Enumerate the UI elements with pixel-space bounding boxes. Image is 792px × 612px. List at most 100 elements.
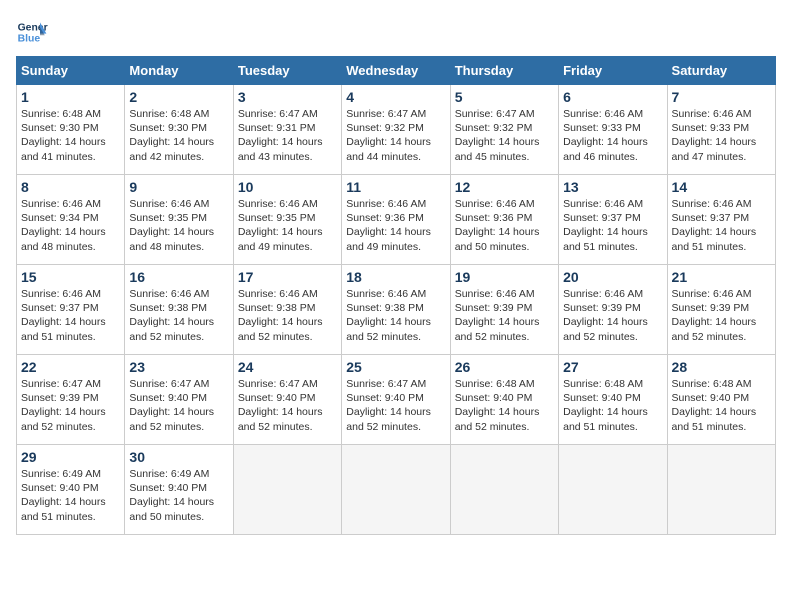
daylight-text: Daylight: 14 hours and 52 minutes.: [21, 406, 106, 432]
sunset-text: Sunset: 9:39 PM: [563, 302, 641, 314]
sunrise-text: Sunrise: 6:46 AM: [21, 288, 101, 300]
sunset-text: Sunset: 9:39 PM: [455, 302, 533, 314]
daylight-text: Daylight: 14 hours and 52 minutes.: [238, 406, 323, 432]
daylight-text: Daylight: 14 hours and 52 minutes.: [129, 406, 214, 432]
day-number: 4: [346, 89, 445, 105]
day-number: 24: [238, 359, 337, 375]
daylight-text: Daylight: 14 hours and 44 minutes.: [346, 136, 431, 162]
day-info: Sunrise: 6:46 AM Sunset: 9:37 PM Daylight:…: [672, 197, 771, 254]
calendar-header-friday: Friday: [559, 57, 667, 85]
sunset-text: Sunset: 9:40 PM: [455, 392, 533, 404]
day-info: Sunrise: 6:48 AMSunset: 9:40 PMDaylight:…: [672, 377, 771, 434]
calendar-cell: 17Sunrise: 6:46 AMSunset: 9:38 PMDayligh…: [233, 265, 341, 355]
sunrise-text: Sunrise: 6:49 AM: [21, 468, 101, 480]
day-info: Sunrise: 6:46 AMSunset: 9:36 PMDaylight:…: [455, 197, 554, 254]
sunrise-text: Sunrise: 6:46 AM: [563, 288, 643, 300]
sunset-text: Sunset: 9:35 PM: [238, 212, 316, 224]
day-info: Sunrise: 6:48 AMSunset: 9:30 PMDaylight:…: [129, 107, 228, 164]
sunset-text: Sunset: 9:40 PM: [563, 392, 641, 404]
calendar-cell: 29Sunrise: 6:49 AMSunset: 9:40 PMDayligh…: [17, 445, 125, 535]
sunrise-text: Sunrise: 6:46 AM: [563, 198, 643, 210]
sunrise-text: Sunrise: 6:46 AM: [672, 288, 752, 300]
sunset-text: Sunset: 9:32 PM: [346, 122, 424, 134]
day-number: 21: [672, 269, 771, 285]
sunrise-text: Sunrise: 6:46 AM: [238, 288, 318, 300]
day-number: 22: [21, 359, 120, 375]
sunrise-text: Sunrise: 6:46 AM: [21, 198, 101, 210]
calendar-header-tuesday: Tuesday: [233, 57, 341, 85]
day-number: 23: [129, 359, 228, 375]
calendar-cell: 10Sunrise: 6:46 AMSunset: 9:35 PMDayligh…: [233, 175, 341, 265]
day-info: Sunrise: 6:46 AMSunset: 9:37 PMDaylight:…: [21, 287, 120, 344]
sunset-text: Sunset: 9:30 PM: [21, 122, 99, 134]
calendar-cell: 26Sunrise: 6:48 AMSunset: 9:40 PMDayligh…: [450, 355, 558, 445]
sunset-text: Sunset: 9:30 PM: [129, 122, 207, 134]
day-info: Sunrise: 6:46 AM Sunset: 9:35 PM Daylight:…: [238, 197, 337, 254]
day-info: Sunrise: 6:46 AM Sunset: 9:35 PM Daylight:…: [129, 197, 228, 254]
daylight-text: Daylight: 14 hours and 52 minutes.: [455, 406, 540, 432]
calendar-week-row: 22 Sunrise: 6:47 AMSunset: 9:39 PMDayligh…: [17, 355, 776, 445]
svg-text:Blue: Blue: [18, 34, 41, 45]
daylight-text: Daylight: 14 hours and 52 minutes.: [346, 316, 431, 342]
calendar-header-thursday: Thursday: [450, 57, 558, 85]
sunset-text: Sunset: 9:40 PM: [346, 392, 424, 404]
calendar-cell: 24 Sunrise: 6:47 AMSunset: 9:40 PMDayligh…: [233, 355, 341, 445]
sunset-text: Sunset: 9:37 PM: [672, 212, 750, 224]
calendar-cell: 9Sunrise: 6:46 AMSunset: 9:35 PMDaylight…: [125, 175, 233, 265]
calendar-cell: 23 Sunrise: 6:47 AMSunset: 9:40 PMDayligh…: [125, 355, 233, 445]
daylight-text: Daylight: 14 hours and 50 minutes.: [129, 496, 214, 522]
sunrise-text: Sunrise: 6:48 AM: [129, 108, 209, 120]
sunset-text: Sunset: 9:38 PM: [346, 302, 424, 314]
day-info: Sunrise: 6:47 AMSunset: 9:39 PMDaylight:…: [21, 377, 120, 434]
day-number: 2: [129, 89, 228, 105]
sunrise-text: Sunrise: 6:46 AM: [346, 198, 426, 210]
daylight-text: Daylight: 14 hours and 51 minutes.: [563, 406, 648, 432]
calendar-cell: [450, 445, 558, 535]
logo: General Blue: [16, 16, 48, 48]
calendar-table: SundayMondayTuesdayWednesdayThursdayFrid…: [16, 56, 776, 535]
daylight-text: Daylight: 14 hours and 49 minutes.: [346, 226, 431, 252]
sunrise-text: Sunrise: 6:48 AM: [563, 378, 643, 390]
day-info: Sunrise: 6:47 AMSunset: 9:40 PMDaylight:…: [346, 377, 445, 434]
day-info: Sunrise: 6:46 AMSunset: 9:38 PMDaylight:…: [346, 287, 445, 344]
day-info: Sunrise: 6:48 AMSunset: 9:30 PMDaylight:…: [21, 107, 120, 164]
calendar-cell: 30Sunrise: 6:49 AMSunset: 9:40 PMDayligh…: [125, 445, 233, 535]
day-info: Sunrise: 6:46 AMSunset: 9:34 PMDaylight:…: [21, 197, 120, 254]
calendar-cell: [342, 445, 450, 535]
sunrise-text: Sunrise: 6:47 AM: [455, 108, 535, 120]
daylight-text: Daylight: 14 hours and 49 minutes.: [238, 226, 323, 252]
day-number: 18: [346, 269, 445, 285]
sunset-text: Sunset: 9:36 PM: [455, 212, 533, 224]
calendar-cell: 12 Sunrise: 6:46 AMSunset: 9:36 PMDayligh…: [450, 175, 558, 265]
day-number: 15: [21, 269, 120, 285]
calendar-week-row: 8Sunrise: 6:46 AMSunset: 9:34 PMDaylight…: [17, 175, 776, 265]
sunset-text: Sunset: 9:35 PM: [129, 212, 207, 224]
sunrise-text: Sunrise: 6:46 AM: [238, 198, 318, 210]
sunrise-text: Sunrise: 6:47 AM: [238, 108, 318, 120]
day-info: Sunrise: 6:46 AMSunset: 9:39 PMDaylight:…: [672, 287, 771, 344]
sunrise-text: Sunrise: 6:47 AM: [346, 378, 426, 390]
daylight-text: Daylight: 14 hours and 52 minutes.: [563, 316, 648, 342]
sunset-text: Sunset: 9:39 PM: [672, 302, 750, 314]
sunset-text: Sunset: 9:38 PM: [238, 302, 316, 314]
daylight-text: Daylight: 14 hours and 41 minutes.: [21, 136, 106, 162]
calendar-cell: 2Sunrise: 6:48 AMSunset: 9:30 PMDaylight…: [125, 85, 233, 175]
calendar-cell: 13Sunrise: 6:46 AMSunset: 9:37 PMDayligh…: [559, 175, 667, 265]
sunrise-text: Sunrise: 6:46 AM: [129, 198, 209, 210]
day-number: 12: [455, 179, 554, 195]
day-number: 16: [129, 269, 228, 285]
day-number: 17: [238, 269, 337, 285]
calendar-cell: 11Sunrise: 6:46 AMSunset: 9:36 PMDayligh…: [342, 175, 450, 265]
day-info: Sunrise: 6:46 AM Sunset: 9:37 PM Daylight:…: [563, 197, 662, 254]
sunrise-text: Sunrise: 6:47 AM: [129, 378, 209, 390]
sunrise-text: Sunrise: 6:46 AM: [672, 198, 752, 210]
daylight-text: Daylight: 14 hours and 51 minutes.: [563, 226, 648, 252]
daylight-text: Daylight: 14 hours and 48 minutes.: [129, 226, 214, 252]
day-info: Sunrise: 6:47 AMSunset: 9:40 PMDaylight:…: [129, 377, 228, 434]
daylight-text: Daylight: 14 hours and 51 minutes.: [672, 226, 757, 252]
sunset-text: Sunset: 9:37 PM: [563, 212, 641, 224]
sunset-text: Sunset: 9:34 PM: [21, 212, 99, 224]
logo-icon: General Blue: [16, 16, 48, 48]
day-info: Sunrise: 6:47 AMSunset: 9:40 PMDaylight:…: [238, 377, 337, 434]
day-info: Sunrise: 6:46 AMSunset: 9:38 PMDaylight:…: [129, 287, 228, 344]
